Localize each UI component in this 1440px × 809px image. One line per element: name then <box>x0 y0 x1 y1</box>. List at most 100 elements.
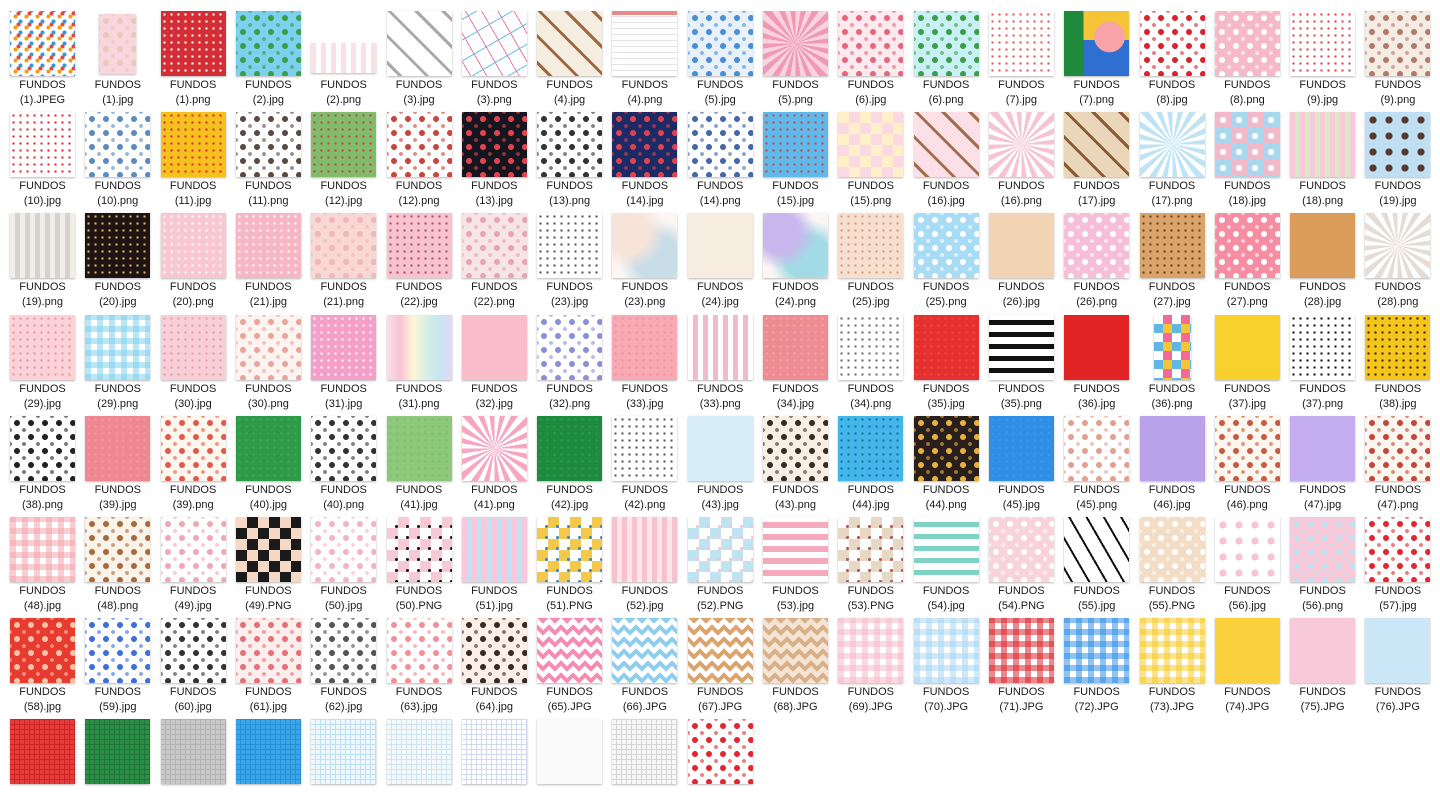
file-item[interactable]: FUNDOS (20).png <box>156 202 231 308</box>
file-item[interactable]: FUNDOS (17).png <box>1135 101 1210 207</box>
file-item[interactable]: FUNDOS (8).png <box>1210 0 1285 106</box>
file-item[interactable]: FUNDOS (67).JPG <box>683 607 758 713</box>
file-item[interactable]: FUNDOS (45).jpg <box>984 405 1059 511</box>
file-item[interactable]: FUNDOS (38).jpg <box>1360 304 1435 410</box>
file-item[interactable]: FUNDOS (65).JPG <box>532 607 607 713</box>
file-item[interactable]: FUNDOS (62).jpg <box>306 607 381 713</box>
file-item[interactable]: FUNDOS (32).jpg <box>457 304 532 410</box>
file-item[interactable]: FUNDOS (54).jpg <box>909 506 984 612</box>
file-item[interactable] <box>457 708 532 809</box>
file-item[interactable]: FUNDOS (40).png <box>306 405 381 511</box>
file-item[interactable]: FUNDOS (34).jpg <box>758 304 833 410</box>
file-item[interactable] <box>532 708 607 809</box>
file-item[interactable]: FUNDOS (14).png <box>683 101 758 207</box>
file-item[interactable]: FUNDOS (50).jpg <box>306 506 381 612</box>
file-item[interactable]: FUNDOS (50).PNG <box>382 506 457 612</box>
file-item[interactable]: FUNDOS (5).png <box>758 0 833 106</box>
file-item[interactable]: FUNDOS (72).JPG <box>1059 607 1134 713</box>
file-item[interactable]: FUNDOS (16).jpg <box>909 101 984 207</box>
file-item[interactable]: FUNDOS (53).jpg <box>758 506 833 612</box>
file-item[interactable]: FUNDOS (57).jpg <box>1360 506 1435 612</box>
file-item[interactable]: FUNDOS (5).jpg <box>683 0 758 106</box>
file-item[interactable]: FUNDOS (9).png <box>1360 0 1435 106</box>
file-item[interactable]: FUNDOS (24).png <box>758 202 833 308</box>
file-item[interactable]: FUNDOS (2).jpg <box>231 0 306 106</box>
file-item[interactable]: FUNDOS (23).jpg <box>532 202 607 308</box>
file-item[interactable] <box>5 708 80 809</box>
file-item[interactable]: FUNDOS (13).jpg <box>457 101 532 207</box>
file-item[interactable]: FUNDOS (26).jpg <box>984 202 1059 308</box>
file-item[interactable]: FUNDOS (15).jpg <box>758 101 833 207</box>
file-item[interactable]: FUNDOS (70).JPG <box>909 607 984 713</box>
file-item[interactable]: FUNDOS (28).jpg <box>1285 202 1360 308</box>
file-item[interactable]: FUNDOS (33).jpg <box>607 304 682 410</box>
file-item[interactable]: FUNDOS (75).JPG <box>1285 607 1360 713</box>
file-item[interactable]: FUNDOS (52).jpg <box>607 506 682 612</box>
file-item[interactable]: FUNDOS (29).jpg <box>5 304 80 410</box>
file-item[interactable]: FUNDOS (55).jpg <box>1059 506 1134 612</box>
file-item[interactable]: FUNDOS (46).png <box>1210 405 1285 511</box>
file-item[interactable]: FUNDOS (35).jpg <box>909 304 984 410</box>
file-item[interactable]: FUNDOS (58).jpg <box>5 607 80 713</box>
file-item[interactable]: FUNDOS (27).jpg <box>1135 202 1210 308</box>
file-item[interactable]: FUNDOS (76).JPG <box>1360 607 1435 713</box>
file-item[interactable]: FUNDOS (17).jpg <box>1059 101 1134 207</box>
file-item[interactable]: FUNDOS (4).png <box>607 0 682 106</box>
file-item[interactable]: FUNDOS (48).jpg <box>5 506 80 612</box>
file-item[interactable]: FUNDOS (38).png <box>5 405 80 511</box>
file-item[interactable]: FUNDOS (71).JPG <box>984 607 1059 713</box>
file-item[interactable]: FUNDOS (44).png <box>909 405 984 511</box>
file-item[interactable]: FUNDOS (69).JPG <box>833 607 908 713</box>
file-item[interactable]: FUNDOS (47).png <box>1360 405 1435 511</box>
file-item[interactable]: FUNDOS (1).jpg <box>80 0 155 106</box>
file-item[interactable]: FUNDOS (51).jpg <box>457 506 532 612</box>
file-item[interactable]: FUNDOS (22).png <box>457 202 532 308</box>
file-item[interactable]: FUNDOS (3).png <box>457 0 532 106</box>
file-item[interactable]: FUNDOS (13).png <box>532 101 607 207</box>
file-item[interactable]: FUNDOS (44).jpg <box>833 405 908 511</box>
file-item[interactable]: FUNDOS (45).png <box>1059 405 1134 511</box>
file-item[interactable]: FUNDOS (41).jpg <box>382 405 457 511</box>
file-item[interactable]: FUNDOS (33).png <box>683 304 758 410</box>
file-item[interactable]: FUNDOS (31).png <box>382 304 457 410</box>
file-item[interactable]: FUNDOS (18).jpg <box>1210 101 1285 207</box>
file-item[interactable]: FUNDOS (53).PNG <box>833 506 908 612</box>
file-item[interactable]: FUNDOS (36).jpg <box>1059 304 1134 410</box>
file-item[interactable]: FUNDOS (19).png <box>5 202 80 308</box>
file-item[interactable]: FUNDOS (68).JPG <box>758 607 833 713</box>
file-item[interactable]: FUNDOS (21).jpg <box>231 202 306 308</box>
file-item[interactable]: FUNDOS (14).jpg <box>607 101 682 207</box>
file-item[interactable]: FUNDOS (12).jpg <box>306 101 381 207</box>
file-item[interactable]: FUNDOS (37).jpg <box>1210 304 1285 410</box>
file-item[interactable] <box>80 708 155 809</box>
file-item[interactable]: FUNDOS (21).png <box>306 202 381 308</box>
file-item[interactable]: FUNDOS (10).png <box>80 101 155 207</box>
file-item[interactable] <box>231 708 306 809</box>
file-item[interactable]: FUNDOS (22).jpg <box>382 202 457 308</box>
file-item[interactable]: FUNDOS (2).png <box>306 0 381 106</box>
file-item[interactable]: FUNDOS (55).PNG <box>1135 506 1210 612</box>
file-item[interactable]: FUNDOS (40).jpg <box>231 405 306 511</box>
file-item[interactable]: FUNDOS (42).png <box>607 405 682 511</box>
file-item[interactable]: FUNDOS (30).png <box>231 304 306 410</box>
file-item[interactable]: FUNDOS (32).png <box>532 304 607 410</box>
file-item[interactable]: FUNDOS (18).png <box>1285 101 1360 207</box>
file-item[interactable]: FUNDOS (51).PNG <box>532 506 607 612</box>
file-item[interactable]: FUNDOS (27).png <box>1210 202 1285 308</box>
file-item[interactable]: FUNDOS (29).png <box>80 304 155 410</box>
file-item[interactable] <box>607 708 682 809</box>
file-item[interactable]: FUNDOS (1).JPEG <box>5 0 80 106</box>
file-item[interactable]: FUNDOS (73).JPG <box>1135 607 1210 713</box>
file-item[interactable]: FUNDOS (26).png <box>1059 202 1134 308</box>
file-item[interactable]: FUNDOS (39).jpg <box>80 405 155 511</box>
file-item[interactable]: FUNDOS (11).jpg <box>156 101 231 207</box>
file-item[interactable]: FUNDOS (7).png <box>1059 0 1134 106</box>
file-item[interactable]: FUNDOS (9).jpg <box>1285 0 1360 106</box>
file-item[interactable]: FUNDOS (24).jpg <box>683 202 758 308</box>
file-item[interactable]: FUNDOS (63).jpg <box>382 607 457 713</box>
file-item[interactable]: FUNDOS (20).jpg <box>80 202 155 308</box>
file-item[interactable]: FUNDOS (4).jpg <box>532 0 607 106</box>
file-item[interactable]: FUNDOS (11).png <box>231 101 306 207</box>
file-item[interactable]: FUNDOS (42).jpg <box>532 405 607 511</box>
file-item[interactable]: FUNDOS (66).JPG <box>607 607 682 713</box>
